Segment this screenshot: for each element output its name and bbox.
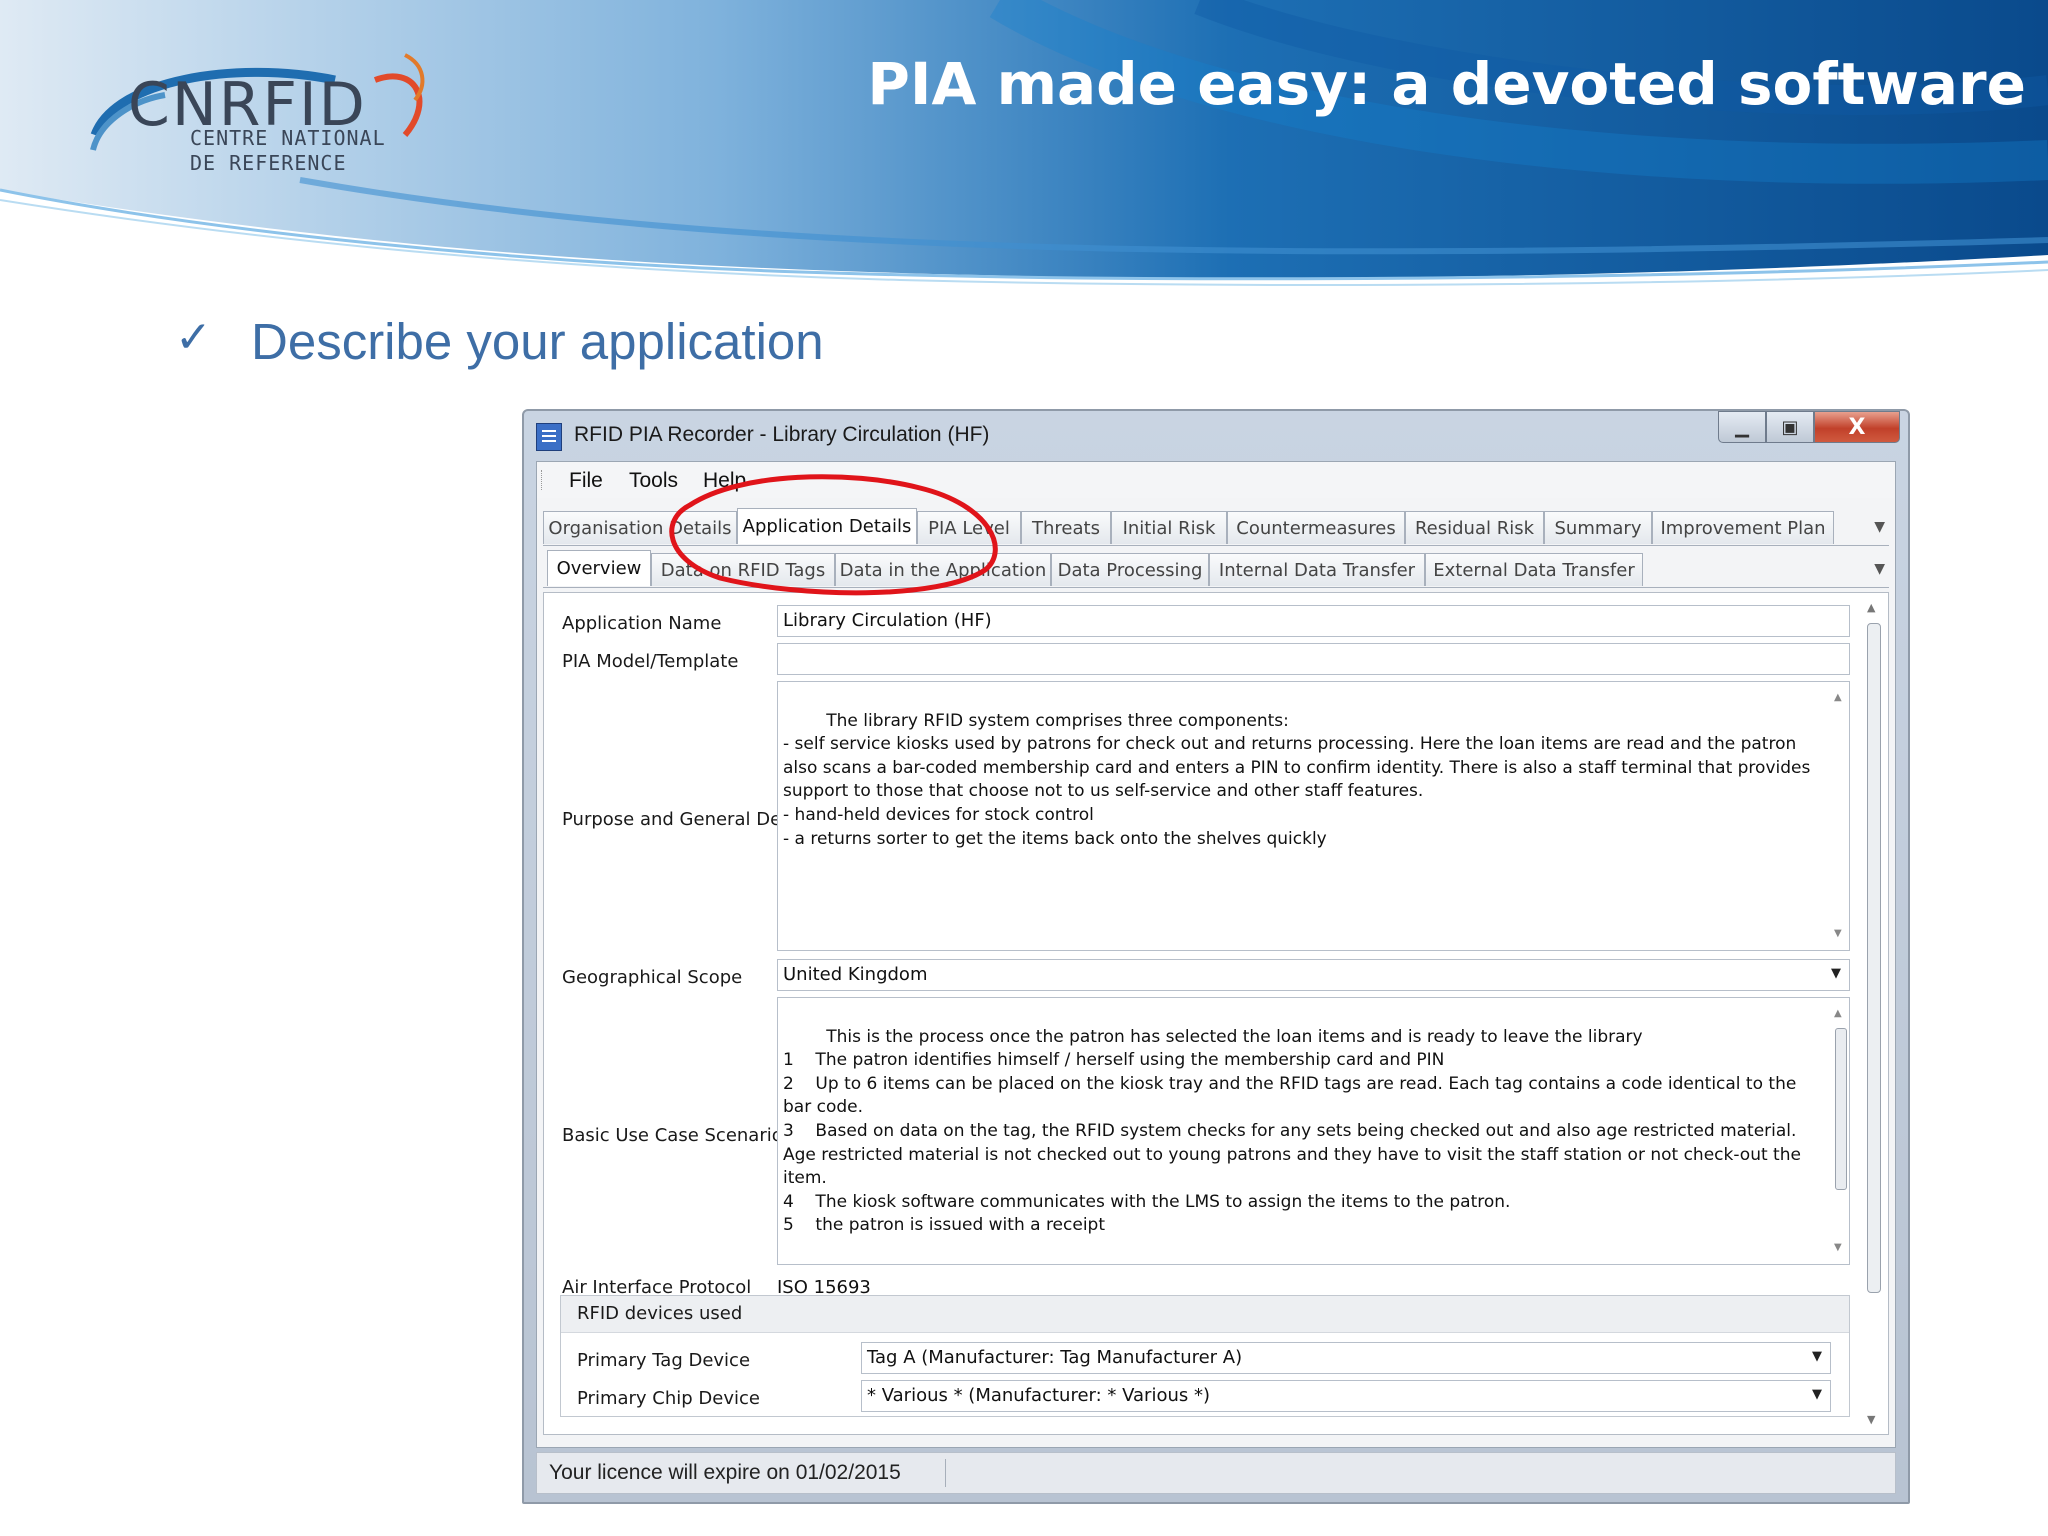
sub-tab-row: Overview Data on RFID Tags Data in the A… xyxy=(543,550,1889,588)
status-bar: Your licence will expire on 01/02/2015 xyxy=(536,1452,1896,1494)
dropdown-arrow-icon[interactable]: ▼ xyxy=(1831,966,1841,981)
maximize-button[interactable]: ▣ xyxy=(1766,411,1814,443)
subtab-overview[interactable]: Overview xyxy=(547,550,651,586)
dropdown-arrow-icon[interactable]: ▼ xyxy=(1812,1349,1822,1364)
close-icon: X xyxy=(1848,414,1866,440)
close-button[interactable]: X xyxy=(1814,411,1900,443)
use-cases-scrollbar[interactable]: ▲ ▼ xyxy=(1831,998,1849,1264)
subtab-overflow-icon[interactable]: ▼ xyxy=(1874,561,1885,577)
scroll-up-icon[interactable]: ▲ xyxy=(1834,686,1842,710)
slide-title: PIA made easy: a devoted software xyxy=(867,50,2026,118)
geographical-scope-label: Geographical Scope xyxy=(562,967,743,988)
scroll-thumb[interactable] xyxy=(1835,1028,1847,1190)
window-client-area: File Tools Help Organisation Details App… xyxy=(536,461,1896,1448)
menu-bar: File Tools Help xyxy=(537,462,1895,498)
primary-tag-value: Tag A (Manufacturer: Tag Manufacturer A) xyxy=(867,1347,1243,1368)
tab-threats[interactable]: Threats xyxy=(1021,511,1111,544)
use-cases-text: This is the process once the patron has … xyxy=(783,1026,1801,1264)
app-window: RFID PIA Recorder - Library Circulation … xyxy=(522,409,1910,1504)
subtab-data-in-application[interactable]: Data in the Application xyxy=(835,553,1051,586)
rfid-devices-group: RFID devices used Primary Tag Device Tag… xyxy=(560,1295,1850,1417)
overview-form: Application Name Library Circulation (HF… xyxy=(543,592,1889,1435)
status-separator xyxy=(945,1459,946,1487)
minimize-button[interactable]: ▁ xyxy=(1718,411,1766,443)
subtab-external-data-transfer[interactable]: External Data Transfer xyxy=(1425,553,1643,586)
pia-model-label: PIA Model/Template xyxy=(562,651,739,672)
scroll-up-icon[interactable]: ▲ xyxy=(1867,601,1875,614)
use-cases-textarea[interactable]: This is the process once the patron has … xyxy=(777,997,1850,1265)
rfid-devices-title: RFID devices used xyxy=(577,1303,743,1324)
scroll-down-icon[interactable]: ▼ xyxy=(1867,1413,1875,1426)
tab-application-details[interactable]: Application Details xyxy=(737,508,917,544)
use-cases-label: Basic Use Case Scenarios xyxy=(562,1125,793,1146)
form-scrollbar[interactable]: ▲ ▼ xyxy=(1858,593,1888,1434)
tab-overflow-icon[interactable]: ▼ xyxy=(1874,519,1885,535)
primary-chip-value: * Various * (Manufacturer: * Various *) xyxy=(867,1385,1211,1406)
menu-help[interactable]: Help xyxy=(703,469,746,493)
menu-file[interactable]: File xyxy=(569,469,603,493)
menu-grip xyxy=(541,470,545,490)
logo-subtitle-line1: CENTRE NATIONAL xyxy=(190,126,386,150)
pia-model-input[interactable] xyxy=(777,643,1850,675)
geographical-scope-select[interactable]: United Kingdom ▼ xyxy=(777,959,1850,991)
tab-organisation-details[interactable]: Organisation Details xyxy=(543,511,737,544)
bullet-text: Describe your application xyxy=(251,313,824,370)
window-titlebar[interactable]: RFID PIA Recorder - Library Circulation … xyxy=(524,411,1908,455)
scroll-down-icon[interactable]: ▼ xyxy=(1834,922,1842,946)
app-document-icon xyxy=(536,423,562,451)
subtab-data-on-rfid-tags[interactable]: Data on RFID Tags xyxy=(651,553,835,586)
checkmark-icon: ✓ xyxy=(175,312,212,363)
geographical-scope-value: United Kingdom xyxy=(783,964,928,985)
dropdown-arrow-icon[interactable]: ▼ xyxy=(1812,1387,1822,1402)
tab-initial-risk[interactable]: Initial Risk xyxy=(1111,511,1227,544)
scroll-down-icon[interactable]: ▼ xyxy=(1834,1236,1842,1260)
purpose-text: The library RFID system comprises three … xyxy=(783,710,1811,849)
tab-countermeasures[interactable]: Countermeasures xyxy=(1227,511,1405,544)
primary-chip-select[interactable]: * Various * (Manufacturer: * Various *) … xyxy=(861,1380,1831,1412)
rfid-devices-header[interactable]: RFID devices used xyxy=(561,1296,1849,1333)
subtab-internal-data-transfer[interactable]: Internal Data Transfer xyxy=(1209,553,1425,586)
application-name-input[interactable]: Library Circulation (HF) xyxy=(777,605,1850,637)
tab-pia-level[interactable]: PIA Level xyxy=(917,511,1021,544)
tab-improvement-plan[interactable]: Improvement Plan xyxy=(1652,511,1834,544)
application-name-label: Application Name xyxy=(562,613,722,634)
logo-subtitle-line2: DE REFERENCE xyxy=(190,151,347,175)
subtab-data-processing[interactable]: Data Processing xyxy=(1051,553,1209,586)
tab-residual-risk[interactable]: Residual Risk xyxy=(1405,511,1544,544)
window-title: RFID PIA Recorder - Library Circulation … xyxy=(574,423,990,446)
maximize-icon: ▣ xyxy=(1781,416,1799,438)
primary-tag-label: Primary Tag Device xyxy=(577,1350,751,1371)
licence-status-text: Your licence will expire on 01/02/2015 xyxy=(549,1461,901,1484)
minimize-icon: ▁ xyxy=(1735,416,1749,438)
primary-chip-label: Primary Chip Device xyxy=(577,1388,760,1409)
tab-summary[interactable]: Summary xyxy=(1544,511,1652,544)
primary-tag-select[interactable]: Tag A (Manufacturer: Tag Manufacturer A)… xyxy=(861,1342,1831,1374)
purpose-scrollbar[interactable]: ▲ ▼ xyxy=(1831,682,1849,950)
scroll-up-icon[interactable]: ▲ xyxy=(1834,1002,1842,1026)
scroll-thumb[interactable] xyxy=(1867,623,1881,1293)
menu-tools[interactable]: Tools xyxy=(629,469,678,493)
main-tab-row: Organisation Details Application Details… xyxy=(543,508,1889,546)
purpose-textarea[interactable]: The library RFID system comprises three … xyxy=(777,681,1850,951)
